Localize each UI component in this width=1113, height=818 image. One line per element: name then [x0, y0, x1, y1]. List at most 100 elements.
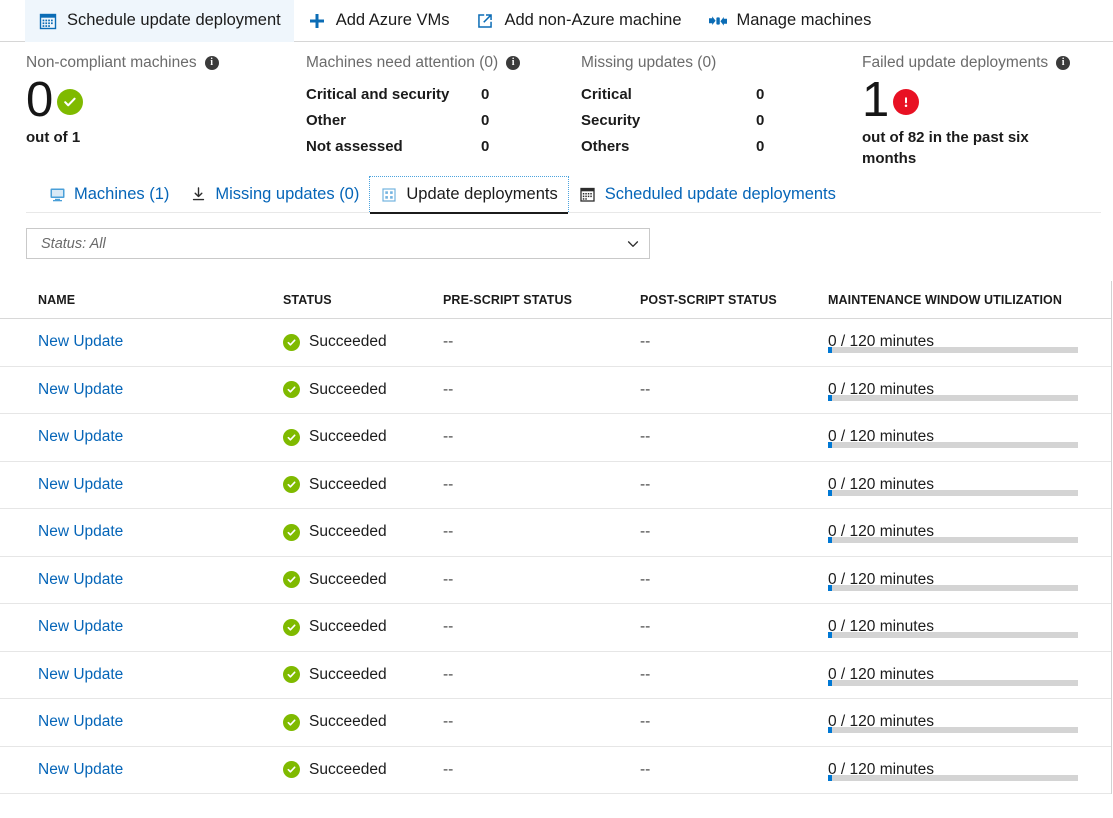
monitor-icon — [48, 185, 66, 203]
status-label: Succeeded — [309, 523, 387, 541]
tile-row-key: Critical and security — [306, 85, 450, 103]
table-row[interactable]: New Update Succeeded -- -- 0 / 120 minut… — [0, 652, 1111, 699]
status-label: Succeeded — [309, 713, 387, 731]
cell-pre-script-status: -- — [443, 523, 454, 541]
download-icon — [189, 185, 207, 203]
maintenance-window-progress-bar — [828, 347, 1078, 354]
cell-status: Succeeded — [283, 523, 443, 541]
command-add-azure-vms[interactable]: Add Azure VMs — [294, 0, 463, 42]
tile-row-value: 0 — [481, 111, 490, 129]
cell-maintenance-window: 0 / 120 minutes — [828, 760, 1111, 781]
cell-maintenance-window: 0 / 120 minutes — [828, 475, 1111, 496]
info-icon[interactable]: i — [204, 56, 219, 70]
command-label: Add non-Azure machine — [504, 11, 682, 30]
cell-name: New Update — [38, 476, 283, 494]
cell-status: Succeeded — [283, 761, 443, 779]
table-row[interactable]: New Update Succeeded -- -- 0 / 120 minut… — [0, 509, 1111, 557]
cell-pre-script-status: -- — [443, 428, 454, 446]
column-header-name: NAME — [38, 292, 76, 307]
table-row[interactable]: New Update Succeeded -- -- 0 / 120 minut… — [0, 557, 1111, 604]
cell-post-script-status: -- — [640, 523, 651, 541]
maintenance-window-progress-bar — [828, 584, 1078, 591]
table-row[interactable]: New Update Succeeded -- -- 0 / 120 minut… — [0, 604, 1111, 652]
cell-maintenance-window: 0 / 120 minutes — [828, 617, 1111, 639]
status-filter-value: Status: All — [41, 235, 106, 252]
tile-row: Others 0 — [581, 133, 764, 159]
tile-subtitle: out of 82 in the past six months — [862, 129, 1029, 167]
deployment-name-link[interactable]: New Update — [38, 666, 123, 683]
tile-title-text: Failed update deployments — [862, 54, 1049, 71]
cell-pre-script-status: -- — [443, 570, 454, 588]
deployment-name-link[interactable]: New Update — [38, 428, 123, 445]
cell-name: New Update — [38, 333, 283, 351]
tile-row-value: 0 — [756, 111, 765, 129]
cell-post-script-status: -- — [640, 428, 651, 446]
tab-missing-updates[interactable]: Missing updates (0) — [179, 176, 369, 212]
deployment-name-link[interactable]: New Update — [38, 476, 123, 493]
maintenance-window-progress-bar — [828, 632, 1078, 639]
tile-row-key: Others — [581, 137, 630, 155]
success-check-icon — [283, 381, 300, 399]
grid-icon — [380, 186, 398, 204]
tab-bar: Machines (1) Missing updates (0) Update … — [38, 170, 1113, 214]
tile-rows: Critical 0 Security 0 Others 0 — [581, 81, 764, 159]
deployment-name-link[interactable]: New Update — [38, 381, 123, 398]
column-header-maintenance-window: MAINTENANCE WINDOW UTILIZATION — [828, 292, 1062, 307]
status-label: Succeeded — [309, 618, 387, 636]
table-row[interactable]: New Update Succeeded -- -- 0 / 120 minut… — [0, 414, 1111, 462]
deployment-name-link[interactable]: New Update — [38, 333, 123, 350]
success-check-icon — [57, 89, 84, 115]
status-label: Succeeded — [309, 428, 387, 446]
table-row[interactable]: New Update Succeeded -- -- 0 / 120 minut… — [0, 319, 1111, 367]
tile-title-text: Non-compliant machines — [26, 54, 197, 71]
tile-value-row: 1 — [862, 76, 1077, 125]
success-check-icon — [283, 761, 300, 779]
error-exclamation-icon — [893, 89, 920, 115]
tile-row-key: Other — [306, 111, 347, 129]
deployment-name-link[interactable]: New Update — [38, 571, 123, 588]
tile-row-key: Not assessed — [306, 137, 403, 155]
deployment-name-link[interactable]: New Update — [38, 523, 123, 540]
maintenance-window-progress-bar — [828, 679, 1078, 686]
deployment-name-link[interactable]: New Update — [38, 761, 123, 778]
tab-machines[interactable]: Machines (1) — [38, 176, 179, 212]
status-filter-select[interactable]: Status: All — [26, 228, 650, 259]
table-row[interactable]: New Update Succeeded -- -- 0 / 120 minut… — [0, 462, 1111, 509]
info-icon[interactable]: i — [506, 56, 521, 70]
command-label: Manage machines — [736, 11, 872, 30]
calendar-icon — [579, 185, 597, 203]
command-add-non-azure-machine[interactable]: Add non-Azure machine — [462, 0, 694, 42]
deployment-name-link[interactable]: New Update — [38, 713, 123, 730]
command-manage-machines[interactable]: Manage machines — [695, 0, 885, 42]
table-row[interactable]: New Update Succeeded -- -- 0 / 120 minut… — [0, 367, 1111, 414]
cell-status: Succeeded — [283, 666, 443, 684]
tile-title-text: Missing updates (0) — [581, 54, 717, 71]
maintenance-window-progress-bar — [828, 537, 1078, 544]
tile-missing-updates: Missing updates (0) Critical 0 Security … — [581, 52, 764, 159]
connector-icon — [708, 11, 728, 31]
cell-post-script-status: -- — [640, 618, 651, 636]
deployment-name-link[interactable]: New Update — [38, 618, 123, 635]
tab-scheduled-update-deployments[interactable]: Scheduled update deployments — [569, 176, 846, 212]
cell-pre-script-status: -- — [443, 333, 454, 351]
tile-row: Security 0 — [581, 107, 764, 133]
cell-maintenance-window: 0 / 120 minutes — [828, 332, 1111, 354]
table-row[interactable]: New Update Succeeded -- -- 0 / 120 minut… — [0, 747, 1111, 794]
cell-status: Succeeded — [283, 571, 443, 589]
status-label: Succeeded — [309, 570, 387, 588]
tab-label: Machines (1) — [74, 184, 170, 203]
cell-status: Succeeded — [283, 428, 443, 446]
update-deployments-table: NAME STATUS PRE-SCRIPT STATUS POST-SCRIP… — [0, 281, 1112, 794]
cell-status: Succeeded — [283, 713, 443, 731]
tile-non-compliant-machines: Non-compliant machines i 0 out of 1 — [26, 52, 219, 148]
tab-update-deployments[interactable]: Update deployments — [369, 176, 569, 214]
cell-maintenance-window: 0 / 120 minutes — [828, 522, 1111, 544]
info-icon[interactable]: i — [1056, 56, 1071, 70]
table-row[interactable]: New Update Succeeded -- -- 0 / 120 minut… — [0, 699, 1111, 747]
cell-status: Succeeded — [283, 381, 443, 399]
tile-row: Other 0 — [306, 107, 520, 133]
status-label: Succeeded — [309, 475, 387, 493]
command-schedule-update-deployment[interactable]: Schedule update deployment — [25, 0, 294, 42]
command-label: Schedule update deployment — [67, 11, 281, 30]
cell-pre-script-status: -- — [443, 618, 454, 636]
